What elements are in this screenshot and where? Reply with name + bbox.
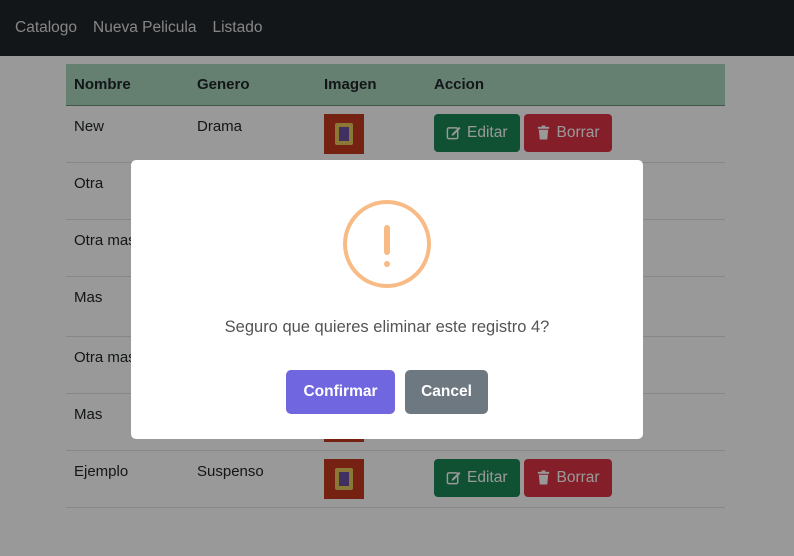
confirm-button[interactable]: Confirmar [286, 370, 395, 414]
cancel-button[interactable]: Cancel [405, 370, 488, 414]
warning-icon [343, 200, 431, 288]
confirm-delete-dialog: Seguro que quieres eliminar este registr… [131, 160, 643, 439]
dialog-message: Seguro que quieres eliminar este registr… [224, 318, 550, 336]
